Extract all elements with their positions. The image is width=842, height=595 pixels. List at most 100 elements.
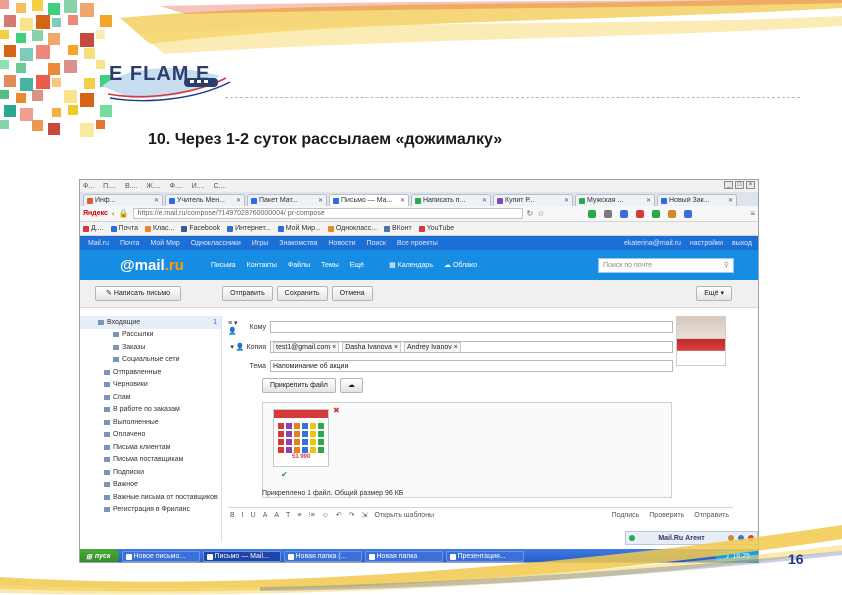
mail-nav-item[interactable]: Ещё <box>350 262 364 269</box>
menu-item[interactable]: Ф... <box>83 183 94 190</box>
attach-file-button[interactable]: Прикрепить файл <box>262 378 336 393</box>
folder-item[interactable]: Важное <box>80 479 221 492</box>
close-icon[interactable]: × <box>746 181 755 189</box>
folder-item[interactable]: Заказы <box>80 341 221 354</box>
remove-recipient-icon[interactable]: × <box>452 344 458 351</box>
tab-close-icon[interactable]: ✕ <box>400 197 405 204</box>
folder-item[interactable]: Спам <box>80 391 221 404</box>
cloud-attach-button[interactable]: ☁ <box>339 378 363 393</box>
mail-nav-item[interactable]: Темы <box>321 262 339 269</box>
tab-close-icon[interactable]: ✕ <box>154 197 159 204</box>
folder-item[interactable]: Подписки <box>80 466 221 479</box>
browser-tab[interactable]: Мужская ... ✕ <box>575 194 655 206</box>
folder-item[interactable]: Рассылки <box>80 329 221 342</box>
portal-link[interactable]: Все проекты <box>397 240 438 247</box>
portal-link[interactable]: Новости <box>328 240 355 247</box>
folder-item[interactable]: Письма клиентам <box>80 441 221 454</box>
browser-tab[interactable]: Инф... ✕ <box>83 194 163 206</box>
reload-icon[interactable]: ↻ <box>527 209 534 218</box>
search-input[interactable]: Поиск по почте ⚲ <box>598 257 734 273</box>
portal-user-link[interactable]: ekaterina@mail.ru <box>624 240 681 247</box>
extension-icon[interactable] <box>684 209 693 218</box>
folder-item[interactable]: Входящие 1 <box>80 316 221 329</box>
star-icon[interactable]: ☆ <box>537 209 544 218</box>
browser-tab[interactable]: Пакет Мат... ✕ <box>247 194 327 206</box>
portal-link[interactable]: Mail.ru <box>88 240 109 247</box>
maximize-icon[interactable]: □ <box>735 181 744 189</box>
attachment-thumbnail[interactable]: 51 990 <box>273 409 329 467</box>
mail-nav-item[interactable]: Файлы <box>288 262 310 269</box>
extension-icon[interactable] <box>668 209 677 218</box>
bookmark-item[interactable]: Клас... <box>144 225 174 232</box>
folder-item[interactable]: Важные письма от поставщиков <box>80 491 221 504</box>
cancel-button[interactable]: Отмена <box>331 286 373 301</box>
portal-link[interactable]: Поиск <box>366 240 385 247</box>
browser-tab[interactable]: Купит Р... ✕ <box>493 194 573 206</box>
browser-tab[interactable]: Написать п... ✕ <box>411 194 491 206</box>
more-button[interactable]: Ещё ▾ <box>696 286 732 301</box>
portal-link[interactable]: Почта <box>120 240 139 247</box>
tab-close-icon[interactable]: ✕ <box>564 197 569 204</box>
mailru-logo[interactable]: @mail.ru <box>120 257 184 274</box>
minimize-icon[interactable]: _ <box>724 181 733 189</box>
delete-attachment-icon[interactable]: ✖ <box>333 406 340 415</box>
menu-item[interactable]: Ф.... <box>170 183 183 190</box>
menu-item[interactable]: В.... <box>125 183 137 190</box>
url-field[interactable]: https://e.mail.ru/compose/?1497028760000… <box>132 208 523 219</box>
send-button[interactable]: Отправить <box>222 286 273 301</box>
bookmark-item[interactable]: Почта <box>110 225 138 232</box>
portal-link[interactable]: Одноклассники <box>191 240 241 247</box>
portal-link[interactable]: Знакомства <box>279 240 317 247</box>
yandex-brand[interactable]: Яндекс <box>83 210 108 217</box>
tab-close-icon[interactable]: ✕ <box>728 197 733 204</box>
tab-close-icon[interactable]: ✕ <box>318 197 323 204</box>
tab-close-icon[interactable]: ✕ <box>236 197 241 204</box>
remove-recipient-icon[interactable]: × <box>330 344 336 351</box>
tab-close-icon[interactable]: ✕ <box>646 197 651 204</box>
recipient-chip[interactable]: Dasha Ivanova × <box>342 342 401 352</box>
bookmark-item[interactable]: Интернет... <box>227 225 271 232</box>
browser-tab[interactable]: Учитель Мен... ✕ <box>165 194 245 206</box>
folder-item[interactable]: В работе по заказам <box>80 404 221 417</box>
bookmark-item[interactable]: YouTube <box>418 225 454 232</box>
menu-item[interactable]: П.... <box>103 183 116 190</box>
bookmark-item[interactable]: Д.... <box>83 225 104 232</box>
save-button[interactable]: Сохранить <box>276 286 328 301</box>
bookmark-item[interactable]: Мой Мир... <box>277 225 321 232</box>
new-letter-button[interactable]: ✎ Написать письмо <box>95 286 182 301</box>
menu-icon[interactable]: ≡ <box>750 209 755 218</box>
folder-item[interactable]: Выполненные <box>80 416 221 429</box>
search-icon[interactable]: ⚲ <box>724 259 729 272</box>
bookmark-item[interactable]: Facebook <box>181 225 220 232</box>
folder-item[interactable]: Оплачено <box>80 429 221 442</box>
portal-user-link[interactable]: настройки <box>690 240 723 247</box>
browser-tab[interactable]: Новый Зак... ✕ <box>657 194 737 206</box>
menu-item[interactable]: С.... <box>214 183 227 190</box>
portal-user-link[interactable]: выход <box>732 240 752 247</box>
mail-nav-item[interactable]: Контакты <box>247 262 277 269</box>
cloud-link[interactable]: ☁ Облако <box>444 261 477 269</box>
menu-item[interactable]: И.... <box>192 183 205 190</box>
subject-field[interactable]: Напоминание об акции <box>270 360 673 372</box>
mail-nav-item[interactable]: Письма <box>211 262 236 269</box>
portal-link[interactable]: Игры <box>252 240 269 247</box>
bookmark-item[interactable]: ВКонт <box>383 225 412 232</box>
extension-icon[interactable] <box>652 209 661 218</box>
back-arrow-icon[interactable]: ‹ <box>112 209 115 218</box>
bookmark-item[interactable]: Однокласс... <box>327 225 377 232</box>
folder-item[interactable]: Черновики <box>80 379 221 392</box>
extension-icon[interactable] <box>588 209 597 218</box>
portal-link[interactable]: Мой Мир <box>150 240 179 247</box>
to-field[interactable] <box>270 321 673 333</box>
menu-item[interactable]: Ж.... <box>146 183 160 190</box>
tab-close-icon[interactable]: ✕ <box>482 197 487 204</box>
extension-icon[interactable] <box>604 209 613 218</box>
extension-icon[interactable] <box>620 209 629 218</box>
recipient-chip[interactable]: Andrey Ivanov × <box>403 342 461 352</box>
calendar-link[interactable]: ▦ Календарь <box>389 261 433 269</box>
folder-item[interactable]: Социальные сети <box>80 354 221 367</box>
folder-item[interactable]: Отправленные <box>80 366 221 379</box>
recipient-chip[interactable]: test1@gmail.com × <box>273 342 340 352</box>
folder-item[interactable]: Письма поставщикам <box>80 454 221 467</box>
cc-field[interactable]: test1@gmail.com × Dasha Ivanova × Andrey I… <box>270 341 673 353</box>
